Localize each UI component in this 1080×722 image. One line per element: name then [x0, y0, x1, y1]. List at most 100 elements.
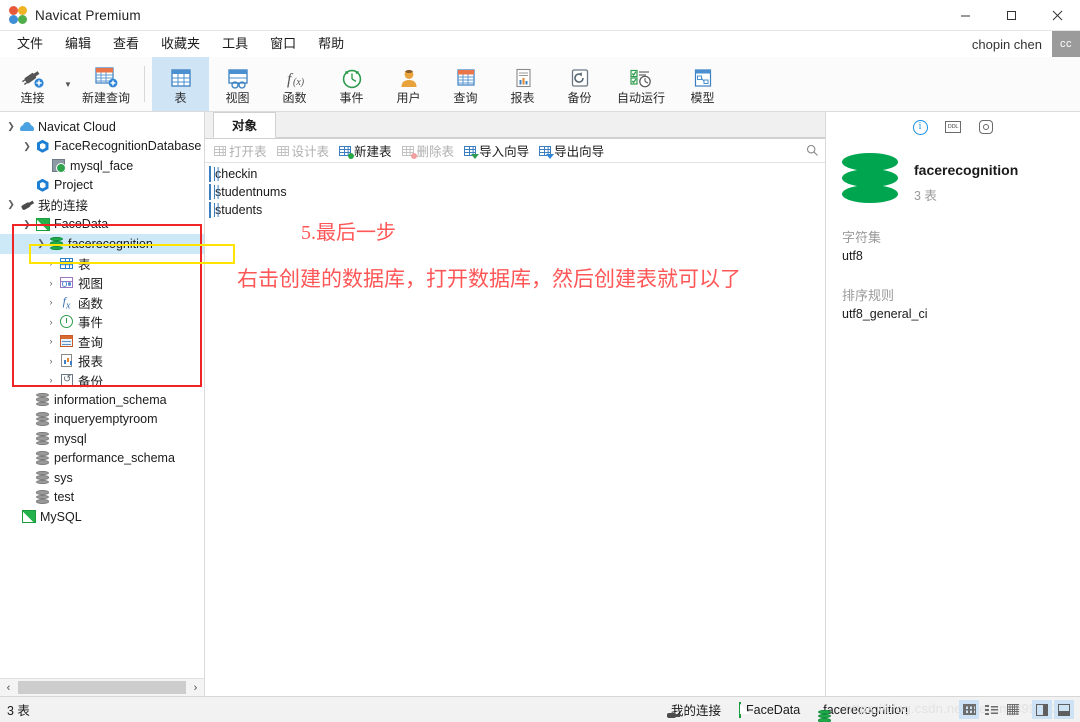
tree-label: Navicat Cloud [35, 120, 116, 134]
status-table-count: 3 表 [0, 700, 30, 719]
toolbar-tab-automation[interactable]: 自动运行 [608, 57, 674, 111]
tree-item-facerecognitiondatabase[interactable]: ❯ FaceRecognitionDatabase [0, 137, 204, 157]
chevron-down-icon[interactable]: ▼ [61, 57, 75, 111]
avatar[interactable]: cc [1052, 31, 1080, 57]
tree-item-navicat-cloud[interactable]: ❯ Navicat Cloud [0, 117, 204, 137]
menu-item-view[interactable]: 查看 [102, 32, 150, 56]
table-count: 3 表 [914, 178, 1018, 204]
tree-item-performance-schema[interactable]: performance_schema [0, 449, 204, 469]
scroll-left-button[interactable]: ‹ [0, 679, 17, 696]
list-item[interactable]: checkin [205, 165, 825, 183]
chevron-down-icon[interactable]: ❯ [4, 121, 18, 132]
menu-item-tools[interactable]: 工具 [211, 32, 259, 56]
toolbar-tab-query[interactable]: 查询 [437, 57, 494, 111]
tree-item-facerecognition[interactable]: ❯ facerecognition [0, 234, 204, 254]
tree-item-test[interactable]: test [0, 488, 204, 508]
tree-item-project[interactable]: Project [0, 176, 204, 196]
toolbar-tab-model[interactable]: 模型 [674, 57, 731, 111]
sidebar-horizontal-scrollbar[interactable]: ‹ › [0, 678, 204, 696]
toolbar-connection[interactable]: 连接 [4, 57, 61, 111]
toolbar-tab-backup[interactable]: 备份 [551, 57, 608, 111]
database-gray-icon [34, 432, 51, 446]
menu-item-window[interactable]: 窗口 [259, 32, 307, 56]
ddl-icon[interactable]: DDL [945, 119, 962, 136]
import-wizard-button[interactable]: 导入向导 [459, 140, 534, 162]
tree-label: mysql_face [67, 159, 133, 173]
tree-item-sys[interactable]: sys [0, 468, 204, 488]
report-node-icon [58, 354, 75, 367]
toolbar-tab-event[interactable]: 事件 [323, 57, 380, 111]
tree-item-events[interactable]: › 事件 [0, 312, 204, 332]
chevron-down-icon[interactable]: ❯ [20, 141, 34, 152]
toolbar-tab-report[interactable]: 报表 [494, 57, 551, 111]
database-gray-icon [34, 393, 51, 407]
export-wizard-button[interactable]: 导出向导 [534, 140, 609, 162]
menu-item-help[interactable]: 帮助 [307, 32, 355, 56]
search-icon[interactable] [799, 144, 825, 157]
tree-item-mysql-connection[interactable]: MySQL [0, 507, 204, 527]
view-icon [226, 63, 250, 89]
chevron-right-icon[interactable]: › [44, 356, 58, 366]
tree-item-tables[interactable]: › 表 [0, 254, 204, 274]
toolbar-tab-table[interactable]: 表 [152, 57, 209, 111]
grid-view-icon[interactable] [959, 700, 979, 719]
tree-label: 报表 [75, 351, 103, 370]
chevron-right-icon[interactable]: › [44, 297, 58, 307]
maximize-button[interactable] [988, 0, 1034, 31]
database-icon [48, 237, 65, 251]
table-name: checkin [215, 167, 257, 181]
tree-item-facedata[interactable]: ❯ FaceData [0, 215, 204, 235]
chevron-right-icon[interactable]: › [44, 278, 58, 288]
detail-view-icon[interactable] [1003, 700, 1023, 719]
mysql-connection-icon [34, 218, 51, 231]
open-table-button[interactable]: 打开表 [209, 140, 272, 162]
menu-item-edit[interactable]: 编辑 [54, 32, 102, 56]
navicat-logo-icon [9, 6, 27, 24]
status-my-connections[interactable]: 我的连接 [657, 700, 730, 719]
user-name[interactable]: chopin chen [972, 37, 1052, 52]
list-item[interactable]: studentnums [205, 183, 825, 201]
tree-item-views[interactable]: › 视图 [0, 273, 204, 293]
menu-item-file[interactable]: 文件 [6, 32, 54, 56]
table-node-icon [58, 258, 75, 269]
tree-item-mysql-face[interactable]: mysql_face [0, 156, 204, 176]
close-button[interactable] [1034, 0, 1080, 31]
tree-item-information-schema[interactable]: information_schema [0, 390, 204, 410]
toolbar-tab-user[interactable]: 用户 [380, 57, 437, 111]
gear-icon[interactable] [978, 119, 995, 136]
tree-item-reports[interactable]: › 报表 [0, 351, 204, 371]
toolbar-new-query[interactable]: 新建查询 [75, 57, 137, 111]
minimize-button[interactable] [942, 0, 988, 31]
menu-item-favorites[interactable]: 收藏夹 [150, 32, 211, 56]
chevron-down-icon[interactable]: ❯ [20, 219, 34, 230]
design-table-button[interactable]: 设计表 [272, 140, 335, 162]
sidebar: ❯ Navicat Cloud ❯ FaceRecognitionDatabas… [0, 112, 205, 696]
tab-objects[interactable]: 对象 [213, 112, 276, 138]
tree-item-backups[interactable]: › 备份 [0, 371, 204, 391]
toolbar-tab-function[interactable]: f (x) 函数 [266, 57, 323, 111]
right-pane-toggle-icon[interactable] [1032, 700, 1052, 719]
chevron-right-icon[interactable]: › [44, 258, 58, 268]
list-view-icon[interactable] [981, 700, 1001, 719]
list-item[interactable]: students [205, 201, 825, 219]
chevron-right-icon[interactable]: › [44, 375, 58, 385]
toolbar-tab-view[interactable]: 视图 [209, 57, 266, 111]
scroll-right-button[interactable]: › [187, 679, 204, 696]
status-connection[interactable]: FaceData [730, 703, 809, 717]
chevron-down-icon[interactable]: ❯ [34, 238, 48, 249]
info-icon[interactable]: i [912, 119, 929, 136]
tree-item-my-connections[interactable]: ❯ 我的连接 [0, 195, 204, 215]
new-table-button[interactable]: 新建表 [334, 140, 397, 162]
tree-item-mysql[interactable]: mysql [0, 429, 204, 449]
tree-item-inqueryemptyroom[interactable]: inqueryemptyroom [0, 410, 204, 430]
chevron-down-icon[interactable]: ❯ [4, 199, 18, 210]
scroll-thumb[interactable] [18, 681, 186, 694]
automation-icon [628, 63, 654, 89]
chevron-right-icon[interactable]: › [44, 317, 58, 327]
tree-item-functions[interactable]: › fx 函数 [0, 293, 204, 313]
bottom-pane-toggle-icon[interactable] [1054, 700, 1074, 719]
open-table-icon [214, 146, 226, 156]
delete-table-button[interactable]: 删除表 [397, 140, 460, 162]
chevron-right-icon[interactable]: › [44, 336, 58, 346]
tree-item-queries[interactable]: › 查询 [0, 332, 204, 352]
